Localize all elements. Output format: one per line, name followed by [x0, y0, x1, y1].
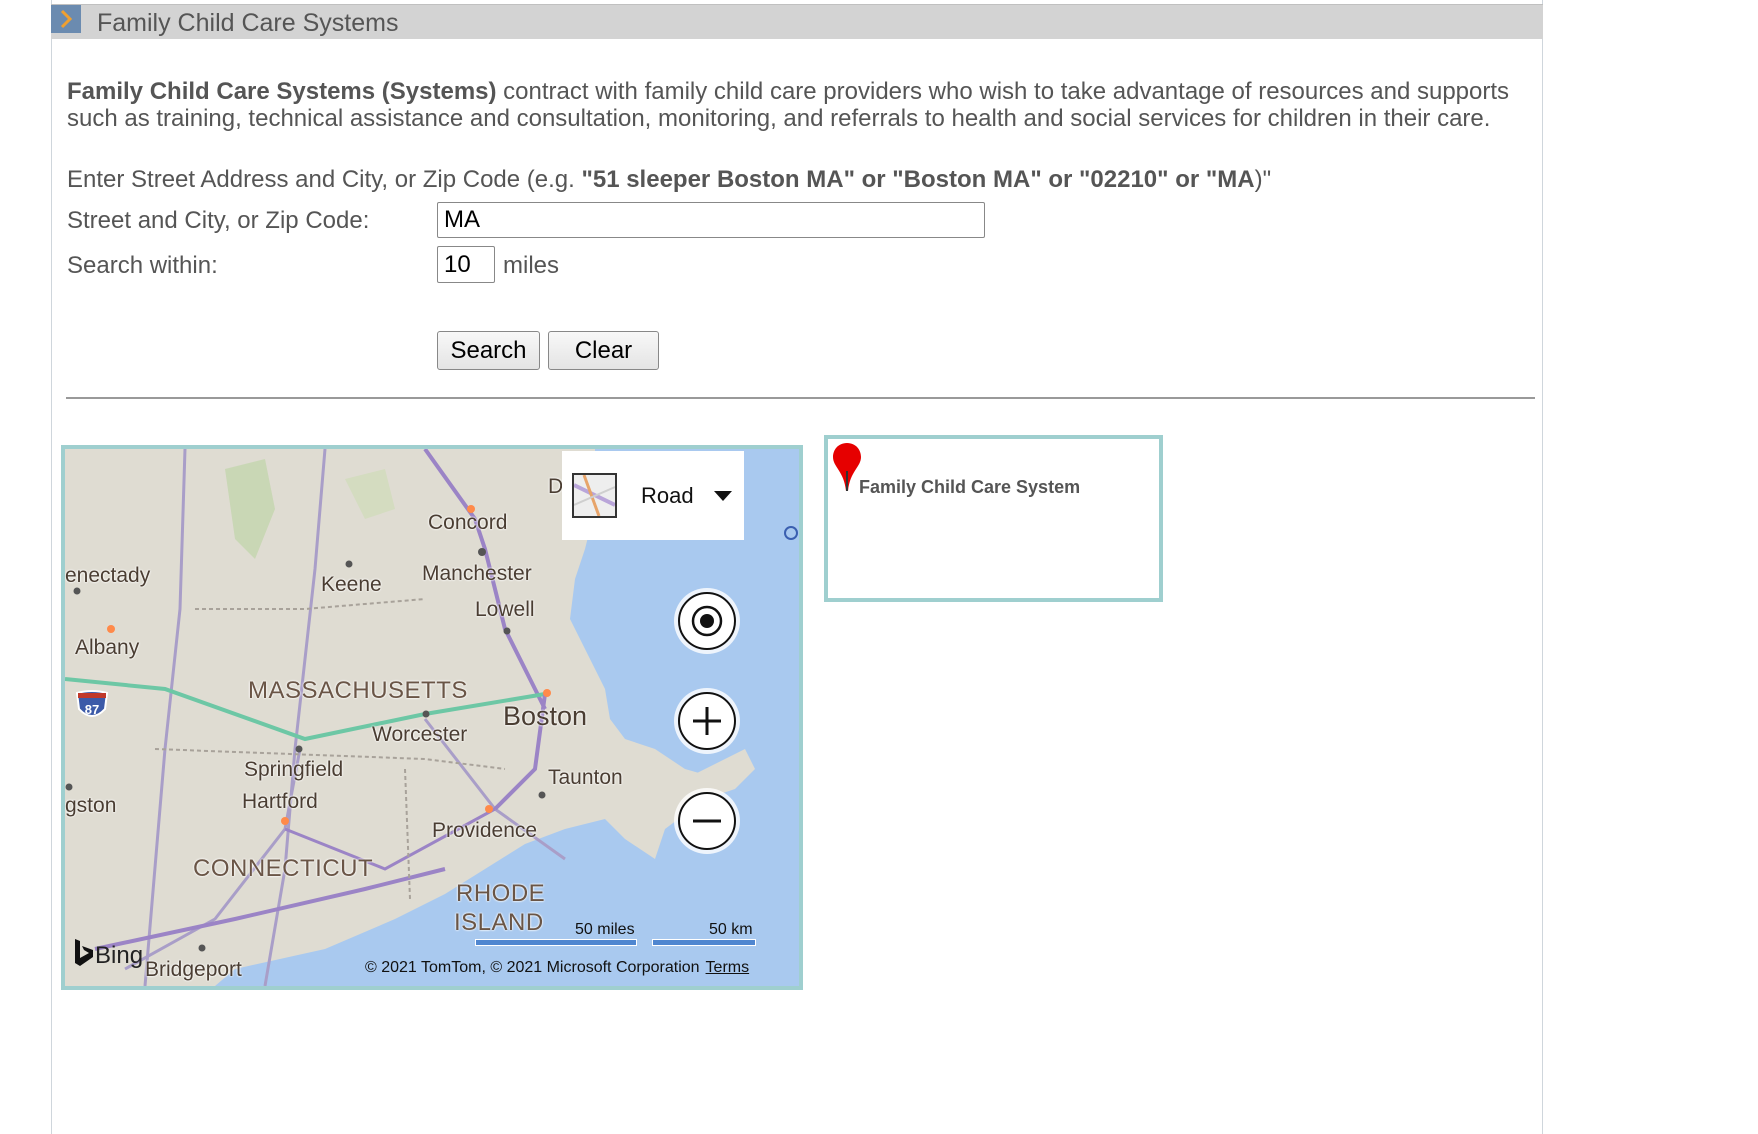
city-label: D — [548, 475, 564, 498]
clear-button[interactable]: Clear — [548, 331, 659, 370]
map-type-selector[interactable]: Road — [562, 451, 744, 540]
map-legend: Family Child Care System — [824, 435, 1163, 602]
scale-km-bar — [652, 939, 756, 946]
state-label: MASSACHUSETTS — [248, 677, 468, 704]
hint-prefix: Enter Street Address and City, or Zip Co… — [67, 166, 582, 193]
scale-km-label: 50 km — [709, 921, 753, 938]
state-label: RHODE — [456, 880, 546, 907]
bing-logo-text: Bing — [95, 942, 144, 969]
address-input[interactable] — [437, 202, 985, 238]
city-label: Lowell — [475, 598, 535, 621]
description-bold: Family Child Care Systems (Systems) — [67, 78, 497, 105]
map-type-label: Road — [641, 483, 694, 508]
city-label: Providence — [432, 819, 538, 842]
caret-down-icon — [714, 491, 732, 501]
state-label: CONNECTICUT — [193, 855, 374, 882]
radius-label: Search within: — [67, 252, 218, 279]
description: Family Child Care Systems (Systems) cont… — [67, 78, 1527, 132]
zoom-in-button[interactable] — [678, 692, 736, 750]
legend-label: Family Child Care System — [859, 477, 1081, 497]
road-map-icon — [572, 473, 617, 518]
city-label: Keene — [321, 573, 382, 596]
hint-examples: "51 sleeper Boston MA" or "Boston MA" or… — [581, 166, 1255, 193]
map[interactable]: D Concord Manchester Keene enectady Lowe… — [61, 445, 803, 990]
state-label: ISLAND — [454, 909, 544, 936]
terms-link[interactable]: Terms — [706, 959, 750, 976]
zoom-out-button[interactable] — [678, 792, 736, 850]
city-label: Springfield — [244, 758, 344, 781]
minus-icon — [693, 819, 721, 823]
search-button[interactable]: Search — [437, 331, 540, 370]
city-label: Concord — [428, 511, 508, 534]
bing-icon — [75, 939, 93, 966]
radius-unit: miles — [503, 252, 560, 279]
city-label: gston — [65, 794, 117, 817]
divider — [66, 397, 1535, 399]
city-label: Bridgeport — [145, 958, 242, 981]
city-label: enectady — [65, 564, 151, 587]
city-label: Taunton — [548, 766, 623, 789]
copyright-text: © 2021 TomTom, © 2021 Microsoft Corporat… — [365, 959, 700, 976]
bing-logo[interactable]: Bing — [73, 939, 143, 970]
search-hint: Enter Street Address and City, or Zip Co… — [67, 166, 1271, 193]
locate-me-button[interactable] — [678, 592, 736, 650]
city-label: Hartford — [242, 790, 318, 813]
interstate-number: 87 — [85, 702, 99, 717]
scale-miles-label: 50 miles — [575, 921, 635, 938]
scale-miles-bar — [475, 939, 637, 946]
locate-icon — [691, 605, 723, 637]
city-label: Boston — [503, 701, 588, 731]
plus-icon — [693, 707, 721, 735]
address-label: Street and City, or Zip Code: — [67, 207, 370, 234]
city-label: Albany — [75, 636, 140, 659]
section-title: Family Child Care Systems — [97, 9, 399, 37]
radius-input[interactable] — [437, 246, 495, 283]
chevron-right-icon[interactable] — [51, 5, 81, 33]
city-label: Manchester — [422, 562, 532, 585]
section-header: Family Child Care Systems — [51, 4, 1543, 39]
city-label: Worcester — [372, 723, 468, 746]
interstate-shield-icon: 87 — [75, 690, 109, 717]
map-copyright: © 2021 TomTom, © 2021 Microsoft Corporat… — [365, 959, 749, 977]
hint-suffix: )" — [1254, 166, 1272, 193]
